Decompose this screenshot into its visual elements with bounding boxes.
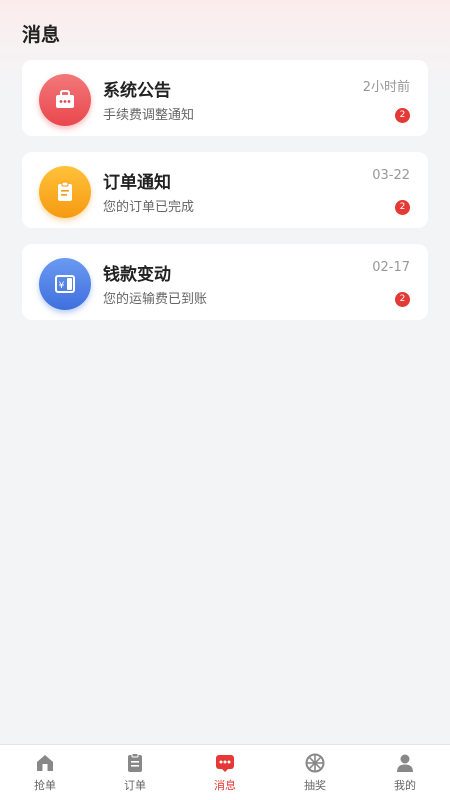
message-title: 钱款变动 (103, 265, 171, 285)
message-item-system-announcement[interactable]: 系统公告 手续费调整通知 2小时前 2 (22, 60, 428, 136)
home-icon (37, 755, 53, 771)
clipboard-icon (128, 753, 142, 772)
message-title: 订单通知 (103, 173, 171, 193)
message-subtitle: 您的运输费已到账 (103, 292, 208, 307)
unread-badge: 2 (395, 292, 410, 307)
tab-label: 抢单 (34, 779, 56, 792)
message-list: 系统公告 手续费调整通知 2小时前 2 订单通知 您的订单已完成 03-22 2… (22, 60, 428, 336)
message-subtitle: 手续费调整通知 (103, 108, 195, 123)
clipboard-icon (39, 166, 91, 218)
user-icon (397, 754, 413, 772)
tab-messages[interactable]: 消息 (180, 745, 270, 800)
message-time: 2小时前 (362, 80, 410, 95)
message-time: 03-22 (372, 168, 410, 183)
bottom-tab-bar: 抢单 订单 消息 抽奖 我的 (0, 744, 450, 800)
wheel-icon (305, 753, 325, 773)
unread-badge: 2 (395, 200, 410, 215)
chat-icon (216, 755, 234, 772)
tab-label: 抽奖 (304, 779, 326, 792)
svg-text:¥: ¥ (59, 281, 65, 291)
message-item-order-notice[interactable]: 订单通知 您的订单已完成 03-22 2 (22, 152, 428, 228)
tab-label: 消息 (214, 779, 236, 792)
tab-orders[interactable]: 订单 (90, 745, 180, 800)
tab-label: 订单 (124, 779, 146, 792)
shop-icon (39, 74, 91, 126)
message-time: 02-17 (372, 260, 410, 275)
unread-badge: 2 (395, 108, 410, 123)
tab-label: 我的 (394, 779, 416, 792)
tab-grab-order[interactable]: 抢单 (0, 745, 90, 800)
tab-mine[interactable]: 我的 (360, 745, 450, 800)
tab-lottery[interactable]: 抽奖 (270, 745, 360, 800)
message-title: 系统公告 (103, 81, 171, 101)
message-item-payment-change[interactable]: ¥ 钱款变动 您的运输费已到账 02-17 2 (22, 244, 428, 320)
message-subtitle: 您的订单已完成 (103, 200, 195, 215)
wallet-icon: ¥ (39, 258, 91, 310)
page-title: 消息 (22, 24, 61, 46)
